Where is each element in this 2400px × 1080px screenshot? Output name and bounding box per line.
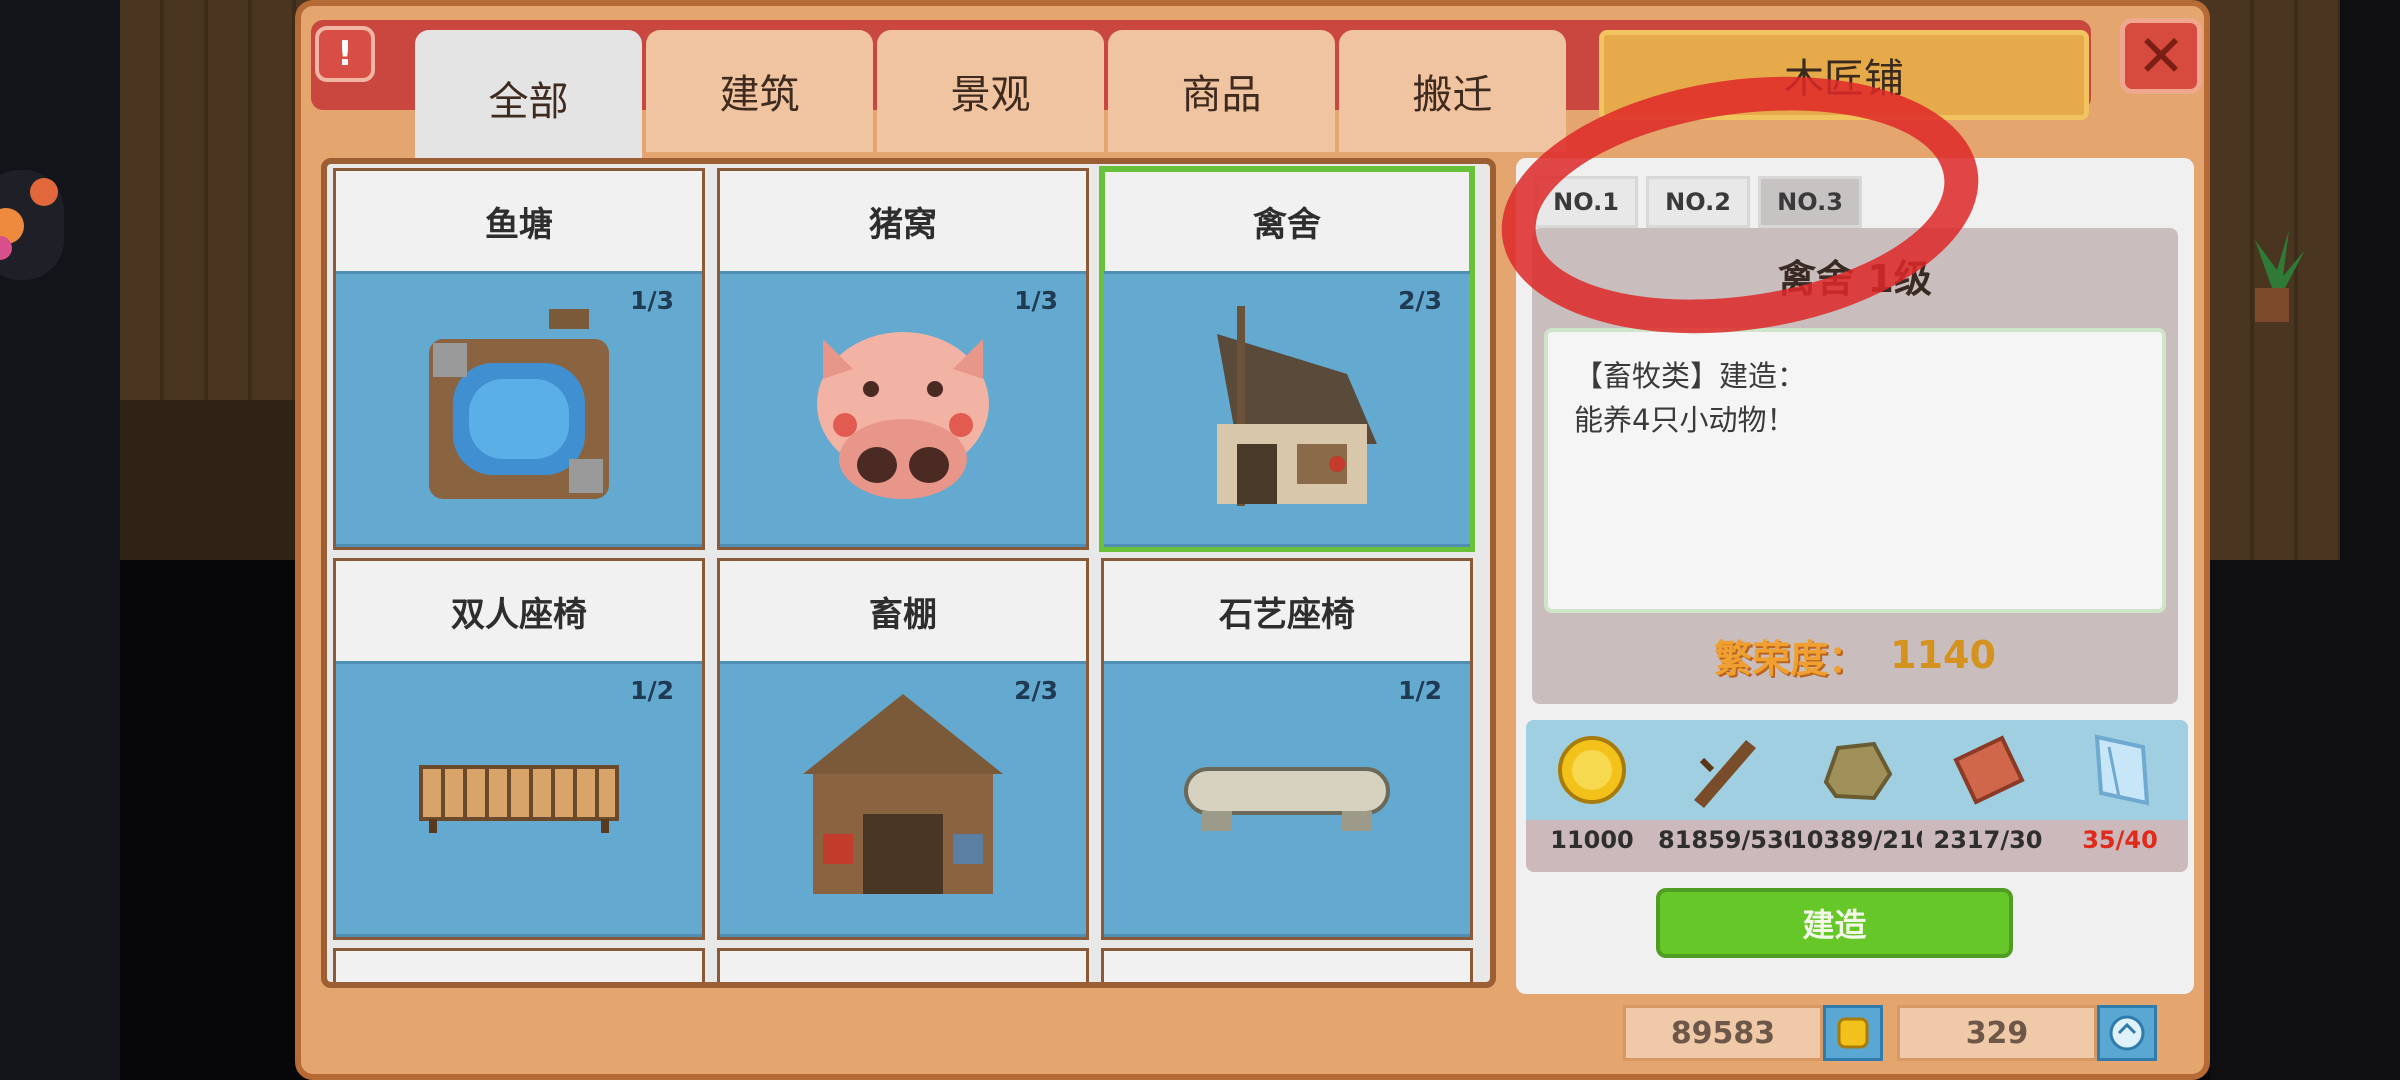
material-slot — [1658, 720, 1790, 820]
build-count: 2/3 — [1014, 676, 1058, 705]
poultry-house-icon — [1217, 306, 1377, 506]
material-slot — [2054, 720, 2186, 820]
building-detail-panel: NO.1 NO.2 NO.3 禽舍 1级 【畜牧类】建造： 能养4只小动物！ 繁… — [1516, 158, 2194, 994]
info-button[interactable]: ! — [315, 26, 375, 82]
building-card-pig-pen[interactable]: 猪窝 1/3 — [717, 168, 1089, 550]
materials-cost: 11000 81859/530 10389/210 2317/30 35/40 — [1526, 720, 2188, 872]
building-name: 禽舍 — [1253, 204, 1321, 245]
prosperity-value: 1140 — [1890, 633, 1996, 677]
stone-icon — [1823, 741, 1893, 801]
category-tabs: 全部 建筑 景观 商品 搬迁 — [415, 30, 1566, 179]
building-grid: 鱼塘 1/3 猪窝 1/3 禽舍 2/3 双人座椅 1/2 畜棚 2/3 石艺座… — [321, 158, 1496, 988]
building-name: 石艺座椅 — [1219, 594, 1355, 635]
building-card-livestock-shed[interactable]: 畜棚 2/3 — [717, 558, 1089, 940]
level-tab-1[interactable]: NO.1 — [1534, 176, 1638, 228]
floating-assistant-button[interactable] — [0, 170, 64, 280]
tab-goods[interactable]: 商品 — [1108, 30, 1335, 152]
tab-all[interactable]: 全部 — [415, 30, 642, 179]
prosperity-label: 繁荣度： — [1714, 636, 1867, 681]
building-name: 鱼塘 — [485, 204, 553, 245]
exclamation-icon: ! — [337, 34, 353, 74]
level-title: 禽舍 1级 — [1778, 257, 1932, 301]
double-bench-icon — [419, 765, 619, 833]
material-amount: 81859/530 — [1658, 826, 1790, 854]
pig-head-icon — [817, 332, 989, 499]
potted-plant-icon — [2255, 230, 2305, 322]
prosperity: 繁荣度： 1140 — [1532, 620, 2178, 690]
carpenter-shop-button[interactable]: 木匠铺 — [1599, 30, 2089, 120]
tab-landscape[interactable]: 景观 — [877, 30, 1104, 152]
building-card-poultry-house[interactable]: 禽舍 2/3 — [1099, 166, 1475, 552]
material-amount: 2317/30 — [1933, 826, 2043, 854]
plank-icon — [1953, 735, 2025, 805]
building-card-partial — [333, 948, 705, 982]
description-box: 【畜牧类】建造： 能养4只小动物！ — [1544, 328, 2166, 613]
build-count: 1/3 — [1014, 286, 1058, 315]
level-tabs: NO.1 NO.2 NO.3 — [1534, 176, 1862, 228]
gem-balance: 329 — [1897, 1004, 2157, 1062]
close-button[interactable]: ✕ — [2120, 18, 2202, 94]
stone-bench-icon — [1184, 767, 1390, 831]
game-screen: ! 全部 建筑 景观 商品 搬迁 木匠铺 ✕ 鱼塘 1/3 猪窝 1/3 禽舍 … — [0, 0, 2400, 1080]
build-count: 1/2 — [630, 676, 674, 705]
description-line: 能养4只小动物！ — [1574, 403, 1796, 437]
build-panel: ! 全部 建筑 景观 商品 搬迁 木匠铺 ✕ 鱼塘 1/3 猪窝 1/3 禽舍 … — [295, 0, 2210, 1080]
close-icon: ✕ — [2136, 22, 2186, 90]
material-slot — [1790, 720, 1922, 820]
gem-icon[interactable] — [2097, 1005, 2157, 1061]
building-card-fish-pond[interactable]: 鱼塘 1/3 — [333, 168, 705, 550]
tab-relocate[interactable]: 搬迁 — [1339, 30, 1566, 152]
gem-amount: 329 — [1897, 1005, 2097, 1061]
building-card-partial — [717, 948, 1089, 982]
material-amount-insufficient: 35/40 — [2082, 826, 2158, 854]
building-name: 畜棚 — [869, 594, 937, 635]
material-amount: 11000 — [1550, 826, 1634, 854]
build-button[interactable]: 建造 — [1656, 888, 2013, 958]
wood-log-icon — [1694, 740, 1756, 808]
building-name: 猪窝 — [869, 204, 937, 245]
build-count: 2/3 — [1398, 286, 1442, 315]
gold-amount: 89583 — [1623, 1005, 1823, 1061]
material-amount: 10389/210 — [1790, 826, 1922, 854]
crystal-icon — [2094, 734, 2150, 806]
fish-pond-icon — [429, 309, 609, 499]
material-slot — [1922, 720, 2054, 820]
livestock-shed-icon — [803, 694, 1003, 894]
left-bezel — [0, 0, 120, 1080]
building-card-stone-bench[interactable]: 石艺座椅 1/2 — [1101, 558, 1473, 940]
level-tab-2[interactable]: NO.2 — [1646, 176, 1750, 228]
gold-balance: 89583 — [1623, 1004, 1883, 1062]
build-count: 1/3 — [630, 286, 674, 315]
tab-buildings[interactable]: 建筑 — [646, 30, 873, 152]
building-card-partial — [1101, 948, 1473, 982]
gold-bar-icon[interactable] — [1823, 1005, 1883, 1061]
gold-coin-icon — [1558, 736, 1626, 804]
building-name: 双人座椅 — [451, 594, 587, 635]
build-count: 1/2 — [1398, 676, 1442, 705]
building-card-double-bench[interactable]: 双人座椅 1/2 — [333, 558, 705, 940]
material-slot — [1526, 720, 1658, 820]
description-line: 【畜牧类】建造： — [1574, 359, 1807, 393]
level-tab-3[interactable]: NO.3 — [1758, 176, 1862, 228]
level-info: 禽舍 1级 【畜牧类】建造： 能养4只小动物！ 繁荣度： 1140 — [1532, 228, 2178, 704]
